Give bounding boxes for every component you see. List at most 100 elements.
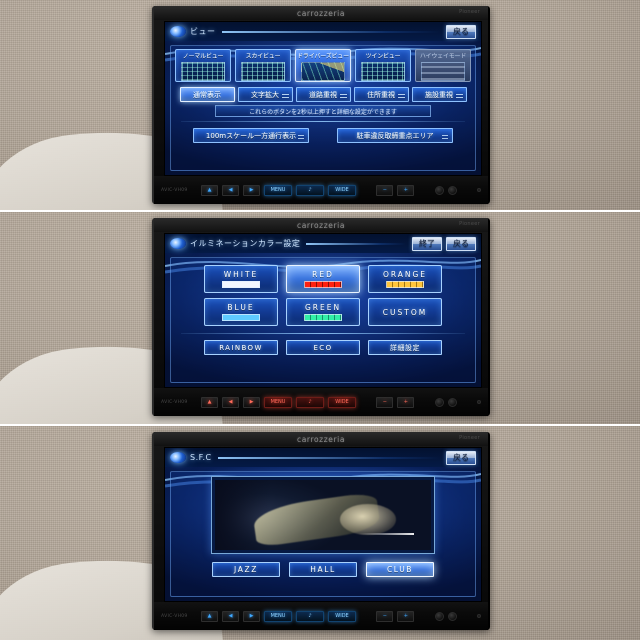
reset-pinhole bbox=[476, 614, 481, 618]
illumination-bottom-row: RAINBOW ECO 詳細設定 bbox=[171, 340, 475, 355]
mode-button-facility-priority[interactable]: 施設重視 bbox=[411, 87, 467, 102]
brand-bar: carrozzeria Pioneer bbox=[154, 218, 488, 232]
photo-view-settings: carrozzeria Pioneer ビュー 戻る ノーマルビュー スカイビュ… bbox=[0, 0, 640, 212]
mode-button-label: 施設重視 bbox=[425, 90, 453, 99]
hw-knob-left[interactable] bbox=[434, 185, 444, 195]
mode-button-text-enlarge[interactable]: 文字拡大 bbox=[237, 87, 293, 102]
orb-icon bbox=[170, 238, 186, 249]
hw-button-audio[interactable]: ♪ bbox=[296, 184, 324, 196]
hw-button-next[interactable]: ▶ bbox=[243, 184, 260, 196]
view-button-sky[interactable]: スカイビュー bbox=[235, 49, 291, 82]
screen-body-2: WHITE RED ORANGE BLUE GREEN CUSTOM RAINB… bbox=[165, 253, 481, 387]
hw-button-volume-up[interactable]: + bbox=[397, 396, 415, 408]
header-rule bbox=[221, 30, 440, 33]
color-button-green[interactable]: GREEN bbox=[286, 298, 360, 326]
hw-knob-left[interactable] bbox=[434, 611, 444, 621]
hw-button-prev[interactable]: ◀ bbox=[222, 396, 239, 408]
back-button[interactable]: 戻る bbox=[446, 236, 476, 251]
color-grid: WHITE RED ORANGE BLUE GREEN CUSTOM bbox=[171, 265, 475, 326]
hw-knob-right[interactable] bbox=[447, 185, 457, 195]
color-label: BLUE bbox=[227, 303, 255, 312]
reset-pinhole bbox=[476, 188, 481, 192]
hw-button-volume-up[interactable]: + bbox=[397, 184, 415, 196]
mode-button-label: 文字拡大 bbox=[251, 90, 279, 99]
view-button-label: ドライバーズビュー bbox=[297, 53, 349, 60]
sfc-button-jazz[interactable]: JAZZ bbox=[212, 562, 280, 577]
color-button-blue[interactable]: BLUE bbox=[204, 298, 278, 326]
detail-settings-button[interactable]: 詳細設定 bbox=[368, 340, 442, 355]
view-button-normal[interactable]: ノーマルビュー bbox=[175, 49, 231, 82]
hw-button-menu[interactable]: MENU bbox=[264, 184, 292, 196]
divider bbox=[181, 333, 465, 334]
hw-button-wide[interactable]: WIDE bbox=[328, 396, 356, 408]
color-button-orange[interactable]: ORANGE bbox=[368, 265, 442, 293]
face-controls-1: AVIC-VH09 ▲ ◀ ▶ MENU ♪ WIDE − + bbox=[154, 176, 488, 204]
color-button-red[interactable]: RED bbox=[286, 265, 360, 293]
hw-knob-left[interactable] bbox=[434, 397, 444, 407]
hw-button-eject[interactable]: ▲ bbox=[201, 184, 218, 196]
mode-button-label: 道路重視 bbox=[309, 90, 337, 99]
back-button[interactable]: 戻る bbox=[446, 450, 476, 465]
mode-button-normal-display[interactable]: 通常表示 bbox=[179, 87, 235, 102]
color-swatch bbox=[222, 314, 260, 321]
view-button-label: ハイウェイモード bbox=[419, 53, 467, 60]
sfc-button-club[interactable]: CLUB bbox=[366, 562, 434, 577]
carrozzeria-logo: carrozzeria bbox=[296, 434, 346, 444]
rainbow-button[interactable]: RAINBOW bbox=[204, 340, 278, 355]
hw-button-volume-down[interactable]: − bbox=[376, 184, 394, 196]
color-button-white[interactable]: WHITE bbox=[204, 265, 278, 293]
mode-button-label: 住所重視 bbox=[367, 90, 395, 99]
view-button-row: ノーマルビュー スカイビュー ドライバーズビュー ツインビュー ハイウェイモード bbox=[171, 49, 475, 82]
color-label: CUSTOM bbox=[382, 307, 428, 317]
sfc-button-hall[interactable]: HALL bbox=[289, 562, 357, 577]
model-label: AVIC-VH09 bbox=[161, 187, 188, 193]
sfc-button-row: JAZZ HALL CLUB bbox=[171, 562, 475, 577]
hw-button-prev[interactable]: ◀ bbox=[222, 610, 239, 622]
one-way-display-button[interactable]: 100mスケール一方通行表示 bbox=[193, 128, 309, 143]
hw-button-next[interactable]: ▶ bbox=[243, 396, 260, 408]
hw-button-menu[interactable]: MENU bbox=[264, 396, 292, 408]
header-rule bbox=[306, 242, 406, 245]
view-button-drivers[interactable]: ドライバーズビュー bbox=[295, 49, 351, 82]
color-button-custom[interactable]: CUSTOM bbox=[368, 298, 442, 326]
screen-body-3: JAZZ HALL CLUB bbox=[165, 467, 481, 601]
header-buttons-3: 戻る bbox=[446, 450, 476, 465]
color-label: ORANGE bbox=[382, 270, 428, 279]
eco-button[interactable]: ECO bbox=[286, 340, 360, 355]
carrozzeria-logo: carrozzeria bbox=[296, 8, 346, 18]
hw-button-volume-down[interactable]: − bbox=[376, 396, 394, 408]
head-unit-3: carrozzeria Pioneer S.F.C 戻る JAZZ HALL C… bbox=[152, 432, 490, 630]
hw-button-wide[interactable]: WIDE bbox=[328, 184, 356, 196]
orb-icon bbox=[170, 452, 186, 463]
exit-button[interactable]: 終了 bbox=[412, 236, 442, 251]
wide-button-row: 100mスケール一方通行表示 駐車違反取締重点エリア bbox=[171, 128, 475, 143]
parking-enforcement-area-button[interactable]: 駐車違反取締重点エリア bbox=[337, 128, 453, 143]
view-thumbnail bbox=[301, 62, 345, 81]
hw-button-eject[interactable]: ▲ bbox=[201, 610, 218, 622]
mode-button-road-priority[interactable]: 道路重視 bbox=[295, 87, 351, 102]
view-button-label: スカイビュー bbox=[245, 53, 281, 60]
view-button-twin[interactable]: ツインビュー bbox=[355, 49, 411, 82]
hw-knob-right[interactable] bbox=[447, 611, 457, 621]
screenshot-stack: carrozzeria Pioneer ビュー 戻る ノーマルビュー スカイビュ… bbox=[0, 0, 640, 640]
hw-button-prev[interactable]: ◀ bbox=[222, 184, 239, 196]
hw-button-eject[interactable]: ▲ bbox=[201, 396, 218, 408]
view-button-highway[interactable]: ハイウェイモード bbox=[415, 49, 471, 82]
hw-button-volume-up[interactable]: + bbox=[397, 610, 415, 622]
hw-button-audio[interactable]: ♪ bbox=[296, 396, 324, 408]
wide-button-label: 駐車違反取締重点エリア bbox=[356, 131, 434, 140]
photo-sfc: carrozzeria Pioneer S.F.C 戻る JAZZ HALL C… bbox=[0, 426, 640, 640]
hw-button-wide[interactable]: WIDE bbox=[328, 610, 356, 622]
hw-knob-right[interactable] bbox=[447, 397, 457, 407]
view-thumbnail bbox=[361, 62, 405, 81]
face-controls-2: AVIC-VH09 ▲ ◀ ▶ MENU ♪ WIDE − + bbox=[154, 388, 488, 416]
head-unit-2: carrozzeria Pioneer イルミネーションカラー設定 終了 戻る … bbox=[152, 218, 490, 416]
hw-button-audio[interactable]: ♪ bbox=[296, 610, 324, 622]
view-thumbnail bbox=[241, 62, 285, 81]
mode-button-address-priority[interactable]: 住所重視 bbox=[353, 87, 409, 102]
hw-button-next[interactable]: ▶ bbox=[243, 610, 260, 622]
back-button[interactable]: 戻る bbox=[446, 24, 476, 39]
hw-button-volume-down[interactable]: − bbox=[376, 610, 394, 622]
divider bbox=[181, 121, 465, 122]
hw-button-menu[interactable]: MENU bbox=[264, 610, 292, 622]
